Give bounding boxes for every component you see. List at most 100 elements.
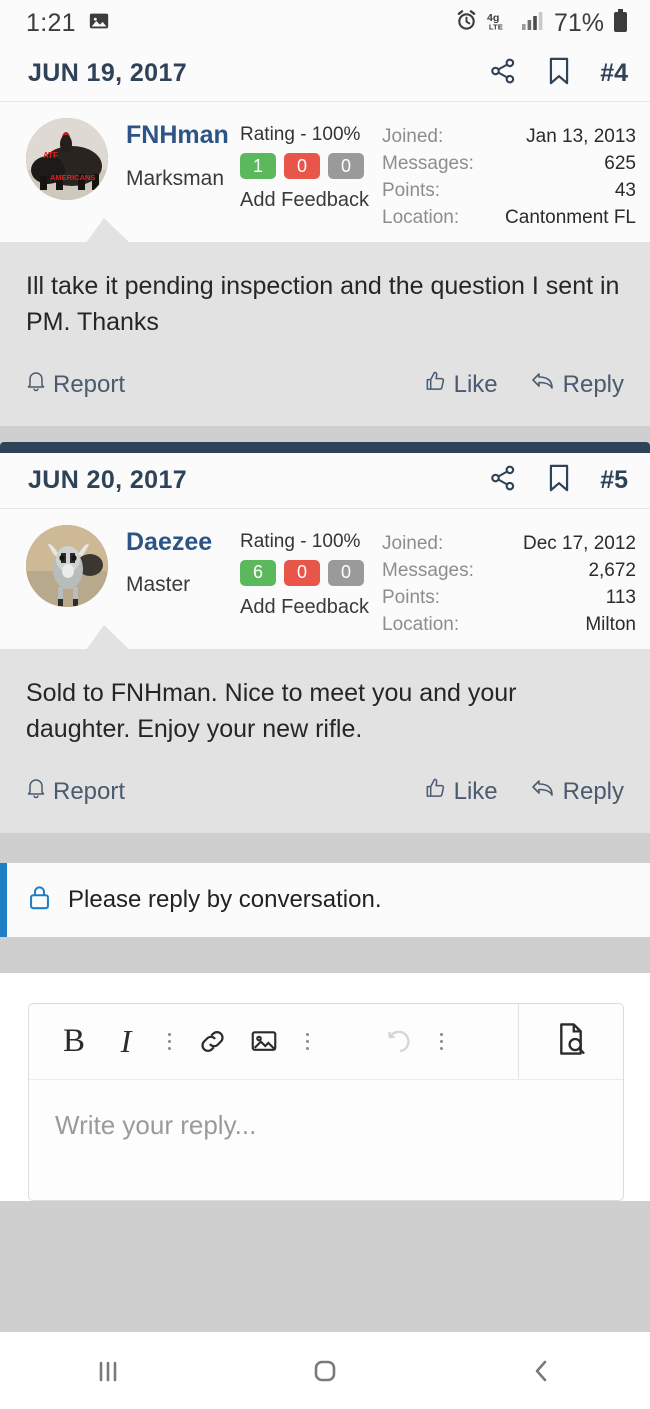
stat-label: Messages: xyxy=(382,152,474,174)
stat-row: Joined: Dec 17, 2012 xyxy=(382,531,636,558)
svg-text:LTE: LTE xyxy=(489,22,503,31)
stat-value: 625 xyxy=(604,152,636,174)
post-actions-right: Like Reply xyxy=(424,370,624,400)
undo-icon xyxy=(375,1014,421,1068)
reply-editor-area: B I Write your reply... xyxy=(0,972,650,1201)
add-feedback-link[interactable]: Add Feedback xyxy=(240,596,382,619)
reply-label: Reply xyxy=(562,370,624,398)
like-label: Like xyxy=(453,777,498,805)
share-icon[interactable] xyxy=(488,56,518,91)
stat-value: 113 xyxy=(605,586,636,608)
bold-button[interactable]: B xyxy=(51,1014,97,1068)
italic-label: I xyxy=(120,1022,132,1059)
report-button[interactable]: Report xyxy=(26,370,125,399)
reply-label: Reply xyxy=(562,777,624,805)
reply-input[interactable]: Write your reply... xyxy=(29,1080,623,1200)
user-stats: Joined: Dec 17, 2012 Messages: 2,672 Poi… xyxy=(382,525,636,639)
battery-percent: 71% xyxy=(553,8,604,37)
preview-button[interactable] xyxy=(519,1004,623,1079)
add-feedback-link[interactable]: Add Feedback xyxy=(240,189,382,212)
clock: 1:21 xyxy=(26,8,76,37)
stat-row: Messages: 625 xyxy=(382,151,636,178)
phone-screen: 1:21 4g LTE 71% JUN 19, 2017 #4 ATF AMER… xyxy=(0,0,650,1409)
avatar[interactable]: ATF AMERICANS xyxy=(26,118,108,200)
status-bar-right: 4g LTE 71% xyxy=(455,8,628,38)
user-rating-block: Rating - 100% 6 0 0 Add Feedback xyxy=(240,525,382,639)
italic-button[interactable]: I xyxy=(103,1014,149,1068)
lock-icon xyxy=(27,884,52,916)
stat-label: Location: xyxy=(382,613,460,635)
share-icon[interactable] xyxy=(488,463,518,498)
lte-4g-icon: 4g LTE xyxy=(487,10,512,37)
reply-button[interactable]: Reply xyxy=(530,777,624,806)
image-icon[interactable] xyxy=(241,1014,287,1068)
post-message: Sold to FNHman. Nice to meet you and you… xyxy=(26,678,517,743)
user-identity: FNHman Marksman xyxy=(108,118,240,232)
post-divider-bar xyxy=(0,441,650,453)
stat-row: Joined: Jan 13, 2013 xyxy=(382,124,636,151)
stat-value: 2,672 xyxy=(588,559,636,581)
post-gap xyxy=(0,425,650,442)
stat-row: Points: 113 xyxy=(382,585,636,612)
post-header-actions: #5 xyxy=(488,463,628,498)
alarm-icon xyxy=(455,9,478,37)
reply-button[interactable]: Reply xyxy=(530,370,624,399)
stat-row: Location: Milton xyxy=(382,612,636,639)
feedback-positive-badge[interactable]: 1 xyxy=(240,153,276,179)
user-stats: Joined: Jan 13, 2013 Messages: 625 Point… xyxy=(382,118,636,232)
feedback-neutral-badge[interactable]: 0 xyxy=(328,559,364,586)
like-label: Like xyxy=(453,370,498,398)
status-bar: 1:21 4g LTE 71% xyxy=(0,0,650,46)
like-button[interactable]: Like xyxy=(424,370,498,400)
post-number: #5 xyxy=(600,465,628,494)
vertical-dots-icon[interactable] xyxy=(427,1014,455,1068)
recents-icon[interactable] xyxy=(63,1354,153,1388)
vertical-dots-icon[interactable] xyxy=(293,1014,321,1068)
avatar[interactable] xyxy=(26,524,108,607)
feedback-negative-badge[interactable]: 0 xyxy=(284,559,320,586)
svg-text:AMERICANS: AMERICANS xyxy=(50,173,95,182)
post-body: Ill take it pending inspection and the q… xyxy=(0,217,650,426)
image-icon xyxy=(88,10,110,37)
stat-value: Dec 17, 2012 xyxy=(522,532,636,554)
post-message: Ill take it pending inspection and the q… xyxy=(26,271,620,336)
reply-editor[interactable]: B I Write your reply... xyxy=(28,1002,624,1201)
feedback-negative-badge[interactable]: 0 xyxy=(284,153,320,179)
stat-value: Milton xyxy=(585,613,636,635)
editor-toolbar: B I xyxy=(29,1003,623,1080)
svg-text:ATF: ATF xyxy=(43,151,58,160)
username[interactable]: Daezee xyxy=(126,528,240,557)
feedback-positive-badge[interactable]: 6 xyxy=(240,559,276,586)
stat-label: Points: xyxy=(382,586,441,608)
post-actions-right: Like Reply xyxy=(424,777,624,807)
stat-value: Cantonment FL xyxy=(505,206,636,228)
editor-toolbar-buttons: B I xyxy=(29,1004,518,1079)
post-header-actions: #4 xyxy=(488,56,628,91)
report-button[interactable]: Report xyxy=(26,777,125,806)
bookmark-icon[interactable] xyxy=(545,56,573,91)
battery-icon xyxy=(613,8,628,38)
status-bar-left: 1:21 xyxy=(26,9,110,38)
stat-label: Joined: xyxy=(382,532,444,554)
username[interactable]: FNHman xyxy=(126,121,240,150)
stat-label: Joined: xyxy=(382,126,444,147)
section-gap xyxy=(0,832,650,863)
post-header: JUN 19, 2017 #4 xyxy=(0,46,650,102)
bubble-arrow xyxy=(86,217,130,243)
bubble-arrow xyxy=(86,624,130,650)
like-button[interactable]: Like xyxy=(424,777,498,807)
rating-text: Rating - 100% xyxy=(240,124,361,145)
feedback-badges: 6 0 0 xyxy=(240,559,382,586)
android-nav-bar xyxy=(0,1332,650,1409)
back-icon[interactable] xyxy=(497,1354,587,1388)
feedback-neutral-badge[interactable]: 0 xyxy=(328,153,364,179)
document-search-icon xyxy=(554,1021,588,1062)
notice-text: Please reply by conversation. xyxy=(68,885,382,913)
post-actions: Report Like Reply xyxy=(26,340,626,426)
bookmark-icon[interactable] xyxy=(545,463,573,498)
home-icon[interactable] xyxy=(280,1354,370,1388)
link-icon[interactable] xyxy=(189,1014,235,1068)
stat-label: Location: xyxy=(382,206,460,228)
reply-placeholder: Write your reply... xyxy=(55,1109,257,1140)
vertical-dots-icon[interactable] xyxy=(155,1014,183,1068)
